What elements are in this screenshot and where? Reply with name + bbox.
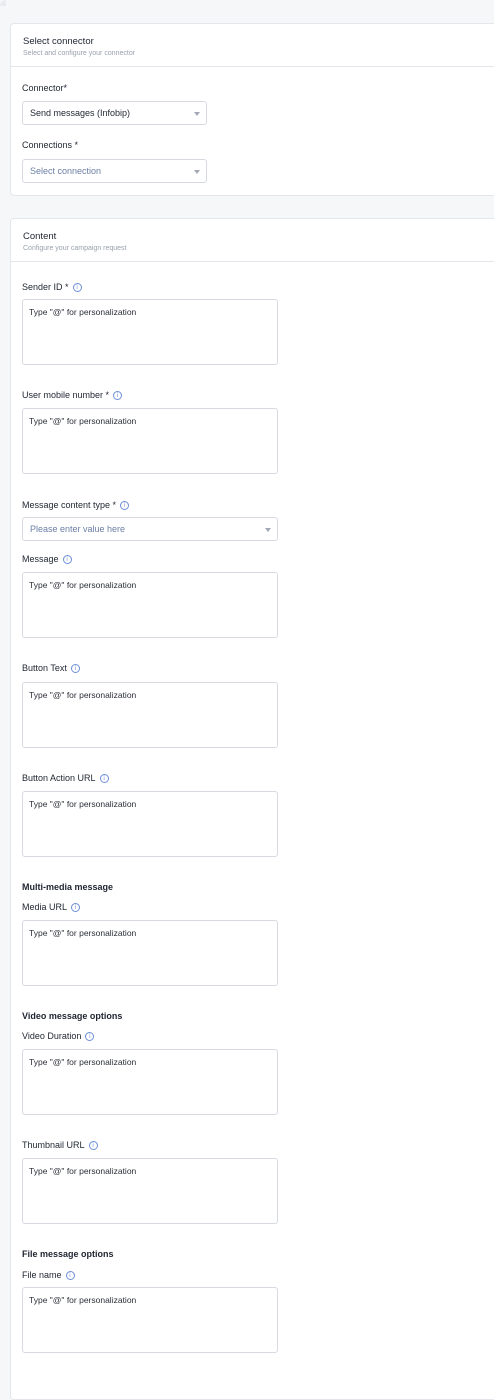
video-duration-label: Video Duration i (22, 1031, 95, 1042)
thumbnail-url-label: Thumbnail URL i (22, 1140, 98, 1151)
file-name-label-text: File name (22, 1270, 62, 1280)
chevron-down-icon (194, 170, 200, 174)
info-icon[interactable]: i (85, 1032, 95, 1042)
multimedia-section-title: Multi-media message (22, 882, 114, 892)
info-icon[interactable]: i (99, 774, 109, 784)
video-duration-input[interactable]: Type "@" for personalization (22, 1049, 278, 1115)
connections-label: Connections * (22, 140, 79, 150)
file-section-title: File message options (22, 1249, 114, 1259)
connections-select-placeholder: Select connection (30, 166, 102, 176)
info-icon[interactable]: i (71, 903, 81, 913)
info-icon[interactable]: i (65, 1271, 75, 1281)
connector-card-title: Select connector (23, 36, 94, 47)
info-icon[interactable]: i (62, 555, 72, 565)
info-icon[interactable]: i (72, 283, 82, 293)
user-mobile-label-text: User mobile number * (22, 390, 110, 400)
connector-select-value: Send messages (Infobip) (30, 108, 131, 118)
user-mobile-input[interactable]: Type "@" for personalization (22, 408, 278, 474)
info-icon[interactable]: i (70, 664, 80, 674)
thumbnail-url-label-text: Thumbnail URL (22, 1140, 85, 1150)
media-url-input[interactable]: Type "@" for personalization (22, 920, 278, 986)
button-text-label: Button Text i (22, 663, 80, 674)
content-card-header: Content Configure your campaign request (11, 219, 494, 262)
connections-select[interactable]: Select connection (22, 159, 207, 183)
message-label: Message i (22, 554, 72, 565)
connector-select[interactable]: Send messages (Infobip) (22, 101, 207, 125)
message-content-type-placeholder: Please enter value here (30, 524, 126, 534)
message-content-type-label-text: Message content type * (22, 500, 117, 510)
connector-card-subtitle: Select and configure your connector (23, 50, 136, 57)
button-text-label-text: Button Text (22, 663, 67, 673)
message-label-text: Message (22, 554, 59, 564)
top-left-corner (0, 0, 6, 6)
chevron-down-icon (194, 112, 200, 116)
button-action-url-input[interactable]: Type "@" for personalization (22, 791, 278, 857)
video-duration-label-text: Video Duration (22, 1031, 82, 1041)
button-action-url-label: Button Action URL i (22, 773, 109, 784)
info-icon[interactable]: i (88, 1141, 98, 1151)
media-url-label-text: Media URL (22, 902, 68, 912)
connector-card-header: Select connector Select and configure yo… (11, 24, 494, 67)
content-card-subtitle: Configure your campaign request (23, 245, 127, 252)
sender-id-label-text: Sender ID * (22, 282, 69, 292)
user-mobile-label: User mobile number * i (22, 390, 123, 401)
info-icon[interactable]: i (120, 501, 130, 511)
file-name-label: File name i (22, 1270, 75, 1281)
sender-id-input[interactable]: Type "@" for personalization (22, 299, 278, 365)
sender-id-label: Sender ID * i (22, 282, 82, 293)
button-action-url-label-text: Button Action URL (22, 773, 96, 783)
connector-label: Connector* (22, 83, 68, 93)
info-icon[interactable]: i (113, 391, 123, 401)
message-content-type-select[interactable]: Please enter value here (22, 517, 278, 541)
chevron-down-icon (265, 528, 271, 532)
file-name-input[interactable]: Type "@" for personalization (22, 1287, 278, 1353)
content-card-title: Content (23, 231, 57, 242)
message-content-type-label: Message content type * i (22, 500, 130, 511)
button-text-input[interactable]: Type "@" for personalization (22, 682, 278, 748)
media-url-label: Media URL i (22, 902, 81, 913)
thumbnail-url-input[interactable]: Type "@" for personalization (22, 1158, 278, 1224)
video-section-title: Video message options (22, 1011, 123, 1021)
message-input[interactable]: Type "@" for personalization (22, 572, 278, 638)
